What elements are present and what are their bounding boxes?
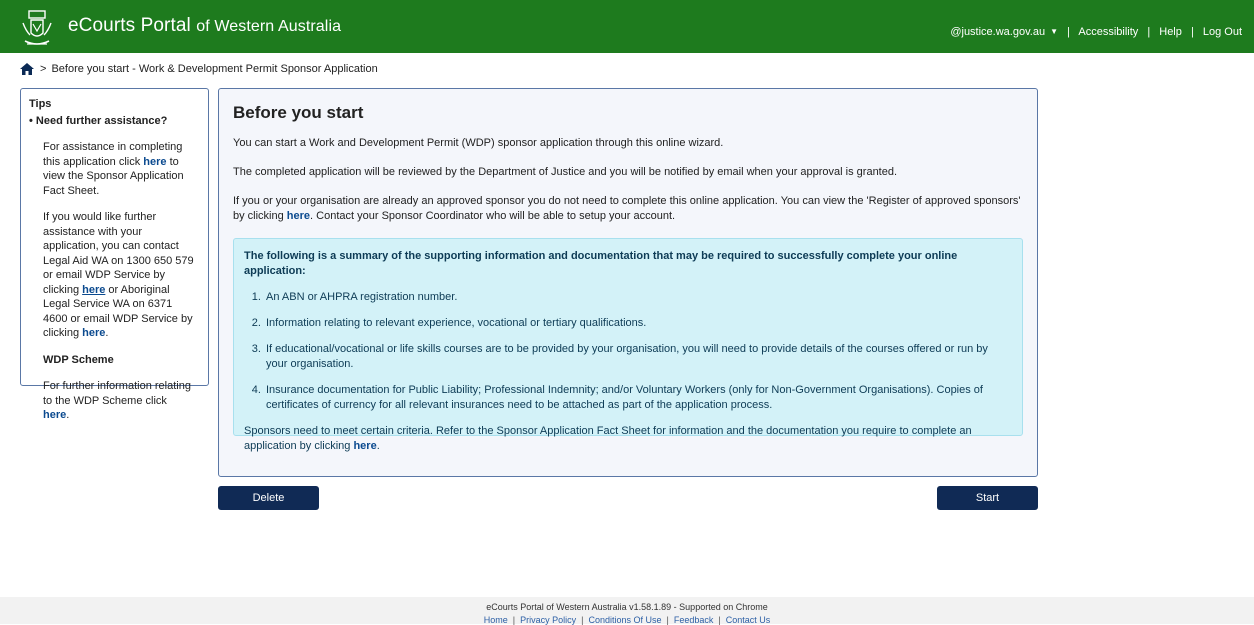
wdp-scheme-heading: WDP Scheme [43, 353, 114, 366]
list-item: If educational/vocational or life skills… [264, 342, 1012, 372]
summary-lead: The following is a summary of the suppor… [244, 250, 958, 277]
tips-text: . [66, 409, 70, 421]
tips-text: . [105, 327, 109, 339]
top-header: eCourts Portal of Western Australia @jus… [0, 0, 1254, 53]
legal-aid-email-link[interactable]: here [82, 284, 105, 296]
footer-version: eCourts Portal of Western Australia v1.5… [486, 602, 768, 612]
footer: eCourts Portal of Western Australia v1.5… [0, 597, 1254, 625]
tips-paragraph-wdp: For further information relating to the … [43, 379, 196, 423]
tips-text: For further information relating to the … [43, 380, 191, 407]
fact-sheet-link[interactable]: here [143, 156, 166, 168]
review-paragraph: The completed application will be review… [233, 166, 898, 178]
body-text: . [376, 440, 380, 452]
register-link[interactable]: here [287, 210, 310, 222]
breadcrumb-current: Before you start - Work & Development Pe… [51, 63, 378, 75]
requirements-list: An ABN or AHPRA registration number. Inf… [244, 290, 1012, 413]
body-text: . Contact your Sponsor Coordinator who w… [310, 210, 676, 222]
tips-paragraph-contact: If you would like further assistance wit… [43, 210, 196, 341]
list-item: Information relating to relevant experie… [264, 316, 1012, 331]
portal-title-main: eCourts Portal [68, 15, 191, 36]
tips-bullet-heading: • Need further assistance? [29, 114, 168, 127]
tips-paragraph-fact-sheet: For assistance in completing this applic… [43, 140, 196, 198]
accessibility-link[interactable]: Accessibility [1078, 26, 1138, 38]
breadcrumb-separator: > [40, 63, 47, 75]
approved-sponsor-paragraph: If you or your organisation are already … [233, 194, 1023, 224]
header-separator: | [1147, 26, 1151, 38]
user-menu[interactable]: @justice.wa.gov.au ▼ [950, 26, 1061, 38]
header-separator: | [1067, 26, 1070, 38]
list-item: Insurance documentation for Public Liabi… [264, 383, 1012, 413]
tips-title: Tips [29, 98, 52, 110]
user-email: @justice.wa.gov.au [950, 26, 1046, 38]
portal-title-sub: of Western Australia [196, 18, 342, 35]
list-item: An ABN or AHPRA registration number. [264, 290, 1012, 305]
criteria-fact-sheet-link[interactable]: here [353, 440, 376, 452]
als-email-link[interactable]: here [82, 327, 105, 339]
criteria-paragraph: Sponsors need to meet certain criteria. … [244, 424, 1012, 454]
home-icon[interactable] [20, 63, 34, 75]
start-application-button[interactable]: Start Application [937, 486, 1038, 528]
help-link[interactable]: Help [1159, 26, 1182, 38]
logout-link[interactable]: Log Out [1203, 26, 1242, 38]
wdp-scheme-link[interactable]: here [43, 409, 66, 421]
header-nav: @justice.wa.gov.au ▼ | Accessibility | He… [950, 26, 1242, 38]
wa-crest-icon [22, 10, 52, 45]
before-you-start-panel: Before you start You can start a Work an… [218, 88, 1038, 477]
page-title: Before you start [233, 103, 364, 122]
delete-document-button[interactable]: Delete Document [218, 486, 319, 528]
intro-paragraph: You can start a Work and Development Per… [233, 137, 724, 149]
tips-panel: Tips • Need further assistance? For assi… [20, 88, 209, 421]
header-separator: | [1190, 26, 1194, 38]
breadcrumb: > Before you start - Work & Development … [20, 63, 378, 75]
portal-title[interactable]: eCourts Portal of Western Australia [68, 15, 341, 37]
caret-down-icon: ▼ [1050, 27, 1058, 36]
summary-info-box: The following is a summary of the suppor… [233, 238, 1023, 452]
